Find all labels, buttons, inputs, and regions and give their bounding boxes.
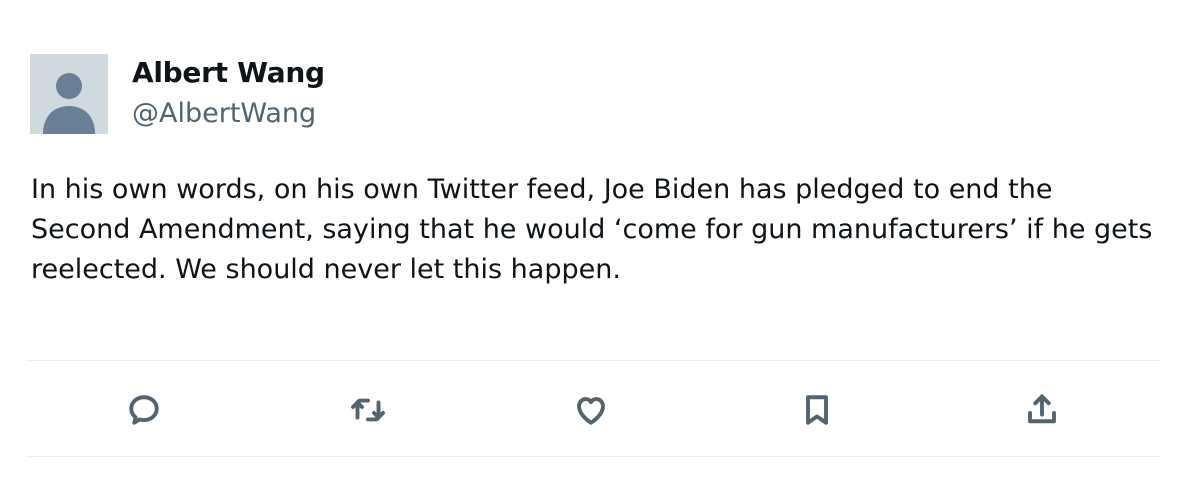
- heart-icon: [577, 397, 605, 425]
- divider: [26, 456, 1160, 457]
- speech-bubble-icon: [129, 395, 159, 425]
- divider: [26, 360, 1160, 361]
- share-upload-icon: [1028, 394, 1056, 424]
- share-button[interactable]: [1020, 388, 1064, 432]
- retweet-arrows-icon: [351, 398, 385, 422]
- user-handle[interactable]: @AlbertWang: [132, 97, 316, 131]
- like-button[interactable]: [569, 388, 613, 432]
- avatar[interactable]: [30, 54, 108, 134]
- bookmark-button[interactable]: [795, 388, 839, 432]
- retweet-button[interactable]: [346, 388, 390, 432]
- bookmark-icon: [806, 395, 828, 425]
- reply-button[interactable]: [122, 388, 166, 432]
- tweet-card: Albert Wang @AlbertWang In his own words…: [0, 0, 1188, 502]
- display-name[interactable]: Albert Wang: [132, 56, 325, 90]
- action-bar: [0, 388, 1188, 436]
- user-silhouette-icon: [43, 73, 95, 134]
- tweet-text: In his own words, on his own Twitter fee…: [31, 174, 1153, 285]
